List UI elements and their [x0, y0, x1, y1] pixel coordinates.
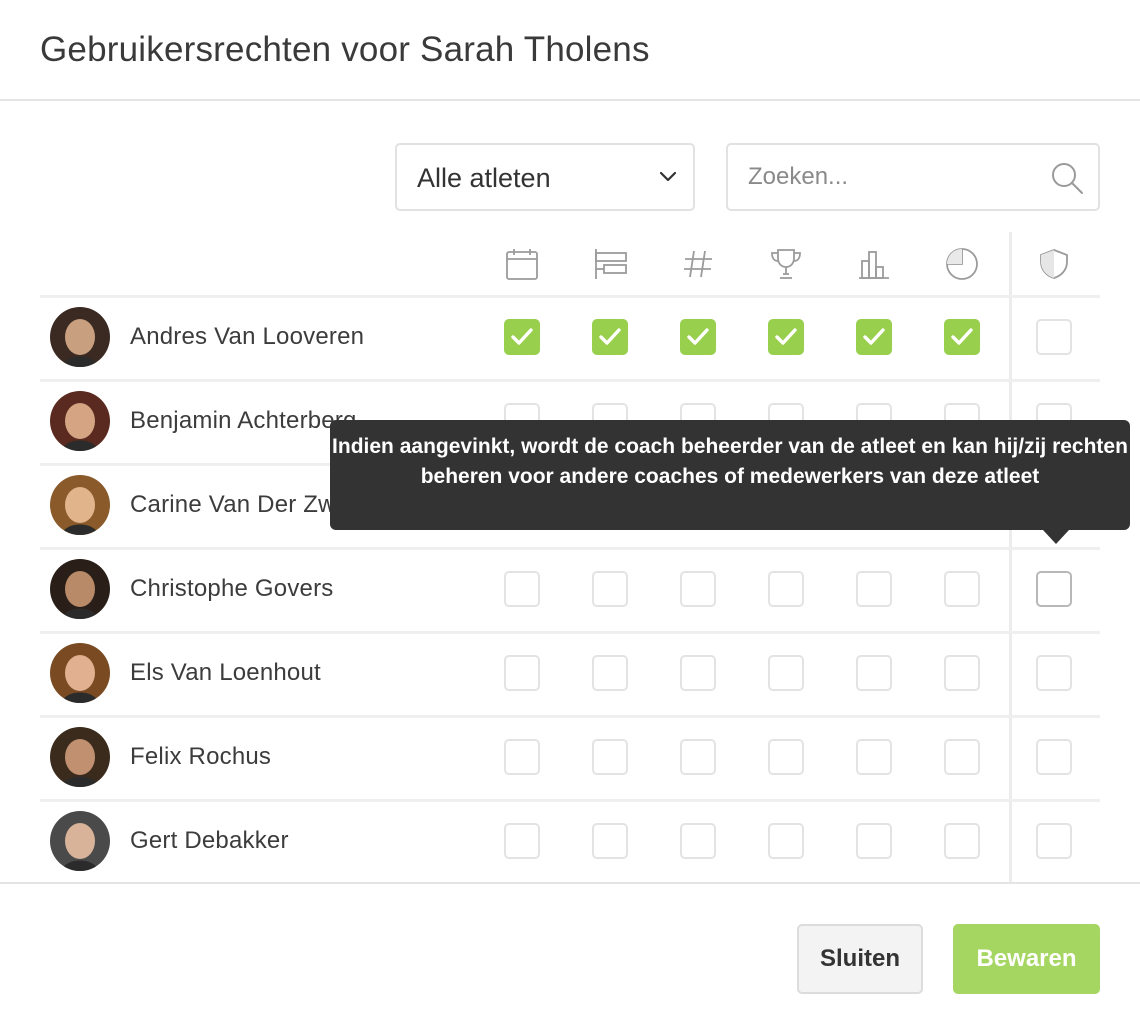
admin-permission-tooltip: Indien aangevinkt, wordt de coach beheer… [330, 420, 1130, 530]
permission-checkbox-shield[interactable] [1036, 823, 1072, 859]
permission-checkbox-bar-chart[interactable] [856, 655, 892, 691]
permission-checkbox-planning[interactable] [592, 571, 628, 607]
permission-checkbox-hashtag[interactable] [680, 739, 716, 775]
chevron-down-icon [659, 169, 677, 188]
permission-checkbox-planning[interactable] [592, 823, 628, 859]
admin-column-separator [1009, 232, 1012, 882]
permission-checkbox-pie-chart[interactable] [944, 571, 980, 607]
avatar [50, 307, 110, 367]
permission-checkbox-calendar[interactable] [504, 319, 540, 355]
permission-checkbox-pie-chart[interactable] [944, 319, 980, 355]
avatar [50, 811, 110, 871]
row-divider [40, 715, 1100, 718]
permission-checkbox-planning[interactable] [592, 655, 628, 691]
athlete-name: Felix Rochus [130, 743, 272, 770]
permission-checkbox-calendar[interactable] [504, 571, 540, 607]
permission-checkbox-hashtag[interactable] [680, 319, 716, 355]
athlete-name: Andres Van Looveren [130, 323, 365, 350]
permission-checkbox-shield[interactable] [1036, 739, 1072, 775]
avatar [50, 559, 110, 619]
permission-checkbox-calendar[interactable] [504, 655, 540, 691]
permission-checkbox-trophy[interactable] [768, 655, 804, 691]
avatar [50, 643, 110, 703]
search-field[interactable] [726, 143, 1100, 211]
pie-chart-icon [942, 244, 982, 284]
shield-icon [1034, 244, 1074, 284]
permission-checkbox-trophy[interactable] [768, 571, 804, 607]
athlete-name: Benjamin Achterberg [130, 407, 357, 434]
footer-divider [0, 882, 1140, 884]
athlete-name: Els Van Loenhout [130, 659, 321, 686]
row-divider [40, 379, 1100, 382]
permission-checkbox-bar-chart[interactable] [856, 823, 892, 859]
permission-checkbox-trophy[interactable] [768, 319, 804, 355]
tooltip-arrow [1043, 530, 1069, 544]
planning-icon [590, 244, 630, 284]
dialog-header: Gebruikersrechten voor Sarah Tholens [0, 0, 1140, 101]
calendar-icon [502, 244, 542, 284]
athlete-name: Gert Debakker [130, 827, 289, 854]
avatar [50, 391, 110, 451]
close-button[interactable]: Sluiten [797, 924, 923, 994]
permission-checkbox-pie-chart[interactable] [944, 739, 980, 775]
search-input[interactable] [748, 159, 1028, 195]
permission-checkbox-hashtag[interactable] [680, 655, 716, 691]
save-button[interactable]: Bewaren [953, 924, 1100, 994]
athlete-filter-value: Alle atleten [417, 163, 551, 193]
athlete-name: Christophe Govers [130, 575, 334, 602]
permission-checkbox-calendar[interactable] [504, 823, 540, 859]
dialog-title: Gebruikersrechten voor Sarah Tholens [40, 30, 650, 69]
row-divider [40, 547, 1100, 550]
row-divider [40, 295, 1100, 298]
permission-checkbox-calendar[interactable] [504, 739, 540, 775]
permission-checkbox-trophy[interactable] [768, 739, 804, 775]
trophy-icon [766, 244, 806, 284]
bar-chart-icon [854, 244, 894, 284]
avatar [50, 727, 110, 787]
athlete-filter-select[interactable]: Alle atleten [395, 143, 695, 211]
permission-checkbox-bar-chart[interactable] [856, 571, 892, 607]
hashtag-icon [678, 244, 718, 284]
permission-checkbox-hashtag[interactable] [680, 571, 716, 607]
row-divider [40, 799, 1100, 802]
permission-checkbox-trophy[interactable] [768, 823, 804, 859]
permission-checkbox-pie-chart[interactable] [944, 655, 980, 691]
permission-checkbox-bar-chart[interactable] [856, 739, 892, 775]
permission-checkbox-hashtag[interactable] [680, 823, 716, 859]
permission-checkbox-shield[interactable] [1036, 319, 1072, 355]
permission-checkbox-shield[interactable] [1036, 571, 1072, 607]
row-divider [40, 631, 1100, 634]
permission-checkbox-planning[interactable] [592, 739, 628, 775]
avatar [50, 475, 110, 535]
search-icon[interactable] [1050, 161, 1084, 200]
permission-checkbox-shield[interactable] [1036, 655, 1072, 691]
permission-checkbox-bar-chart[interactable] [856, 319, 892, 355]
permission-checkbox-planning[interactable] [592, 319, 628, 355]
permission-checkbox-pie-chart[interactable] [944, 823, 980, 859]
